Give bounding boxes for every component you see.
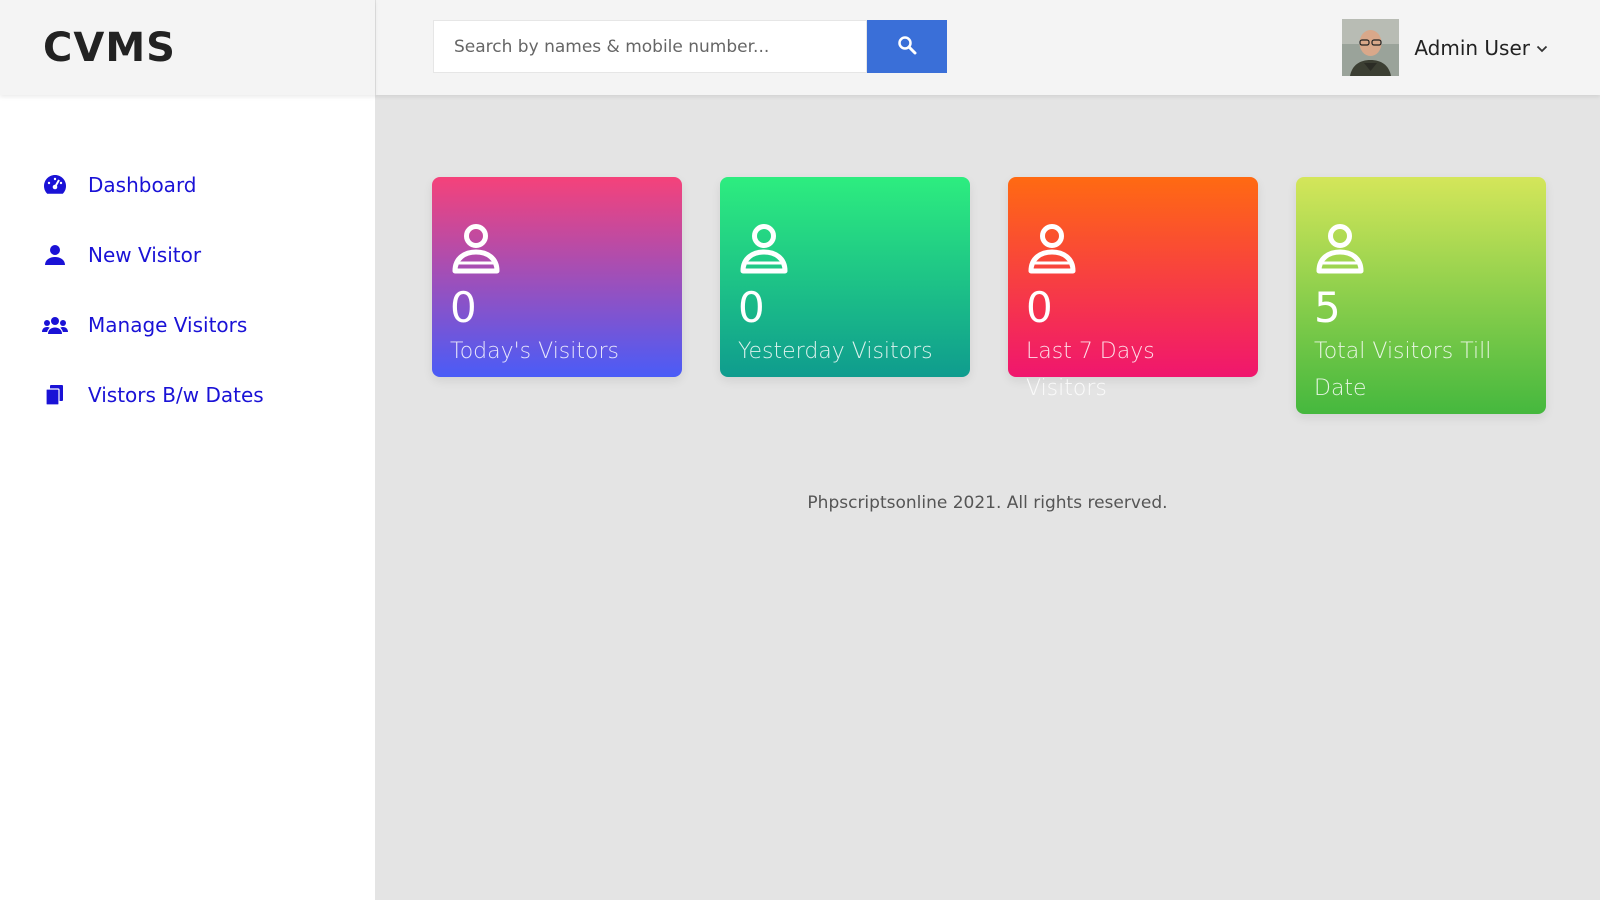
stat-count: 0: [738, 283, 765, 332]
search-button[interactable]: [867, 20, 947, 73]
user-icon: [42, 242, 68, 268]
stat-title: Last 7 Days Visitors: [1026, 339, 1155, 401]
avatar[interactable]: [1342, 19, 1400, 76]
sidebar-item-label: New Visitor: [88, 243, 202, 267]
dashboard-icon: [42, 172, 68, 198]
stat-count: 0: [1026, 283, 1053, 332]
sidebar-item-new-visitor[interactable]: New Visitor: [0, 220, 375, 290]
brand-logo[interactable]: CVMS: [43, 25, 176, 71]
stat-card-last-7-days[interactable]: 0 Last 7 Days Visitors: [1008, 177, 1258, 401]
users-icon: [42, 312, 68, 338]
search-icon: [897, 35, 917, 58]
stats-cards: 0 Today's Visitors 0 Yesterday Visitors …: [432, 177, 1546, 414]
user-outline-icon: [1028, 224, 1076, 274]
chevron-down-icon: [1536, 38, 1548, 57]
brand-bar: CVMS: [0, 0, 375, 95]
stat-count: 0: [450, 283, 477, 332]
search-input[interactable]: [433, 20, 867, 73]
main-content: 0 Today's Visitors 0 Yesterday Visitors …: [375, 95, 1600, 900]
sidebar-item-manage-visitors[interactable]: Manage Visitors: [0, 290, 375, 360]
sidebar-item-dashboard[interactable]: Dashboard: [0, 150, 375, 220]
sidebar-item-visitors-between-dates[interactable]: Vistors B/w Dates: [0, 360, 375, 430]
stat-card-today[interactable]: 0 Today's Visitors: [432, 177, 682, 377]
stat-title: Yesterday Visitors: [738, 339, 933, 364]
user-name: Admin User: [1414, 35, 1530, 60]
top-header: Admin User: [375, 0, 1600, 95]
stat-card-yesterday[interactable]: 0 Yesterday Visitors: [720, 177, 970, 377]
sidebar-item-label: Manage Visitors: [88, 313, 248, 337]
user-outline-icon: [740, 224, 788, 274]
sidebar-nav: Dashboard New Visitor Manage Visitors Vi…: [0, 95, 375, 430]
sidebar-item-label: Vistors B/w Dates: [88, 383, 264, 407]
documents-icon: [42, 382, 68, 408]
stat-card-total[interactable]: 5 Total Visitors Till Date: [1296, 177, 1546, 414]
footer-copyright: Phpscriptsonline 2021. All rights reserv…: [807, 493, 1168, 513]
stat-count: 5: [1314, 283, 1341, 332]
user-menu[interactable]: Admin User: [1342, 19, 1548, 76]
user-outline-icon: [452, 224, 500, 274]
sidebar: CVMS Dashboard New Visitor Manage Visito…: [0, 0, 375, 900]
search-bar: [433, 20, 947, 73]
user-outline-icon: [1316, 224, 1364, 274]
stat-title: Today's Visitors: [450, 339, 619, 364]
sidebar-item-label: Dashboard: [88, 173, 197, 197]
stat-title: Total Visitors Till Date: [1314, 339, 1492, 401]
